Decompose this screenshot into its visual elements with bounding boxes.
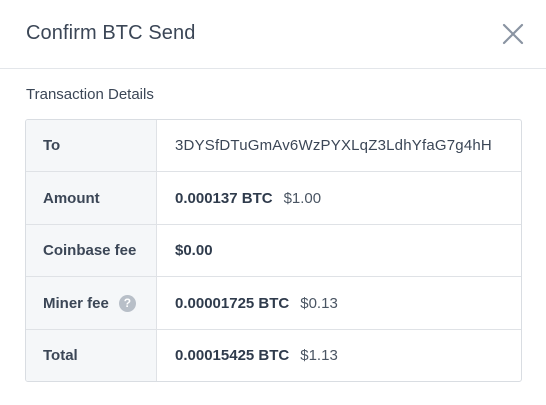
row-label: Amount bbox=[26, 172, 157, 224]
table-row-miner-fee: Miner fee ? 0.00001725 BTC $0.13 bbox=[26, 277, 521, 330]
row-value: 3DYSfDTuGmAv6WzPYXLqZ3LdhYfaG7g4hH bbox=[157, 120, 521, 171]
close-icon bbox=[502, 23, 524, 45]
row-value: 0.00001725 BTC $0.13 bbox=[157, 277, 521, 329]
row-value: 0.000137 BTC $1.00 bbox=[157, 172, 521, 224]
fee-amount: $0.00 bbox=[175, 242, 213, 259]
modal-header: Confirm BTC Send bbox=[0, 0, 546, 69]
close-button[interactable] bbox=[500, 21, 526, 47]
btc-amount: 0.00015425 BTC bbox=[175, 347, 290, 364]
row-label: To bbox=[26, 120, 157, 171]
usd-amount: $1.00 bbox=[283, 189, 322, 207]
table-row-amount: Amount 0.000137 BTC $1.00 bbox=[26, 172, 521, 225]
transaction-details-table: To 3DYSfDTuGmAv6WzPYXLqZ3LdhYfaG7g4hH Am… bbox=[25, 119, 522, 382]
row-value: $0.00 bbox=[157, 225, 521, 276]
table-row-coinbase-fee: Coinbase fee $0.00 bbox=[26, 225, 521, 277]
section-label: Transaction Details bbox=[26, 86, 154, 103]
table-row-to: To 3DYSfDTuGmAv6WzPYXLqZ3LdhYfaG7g4hH bbox=[26, 120, 521, 172]
usd-amount: $0.13 bbox=[300, 294, 338, 312]
btc-amount: 0.00001725 BTC bbox=[175, 294, 290, 312]
row-label: Coinbase fee bbox=[26, 225, 157, 276]
row-label: Miner fee ? bbox=[26, 277, 157, 329]
usd-amount: $1.13 bbox=[300, 347, 338, 364]
recipient-address: 3DYSfDTuGmAv6WzPYXLqZ3LdhYfaG7g4hH bbox=[175, 137, 492, 154]
modal-title: Confirm BTC Send bbox=[26, 22, 196, 44]
help-icon[interactable]: ? bbox=[118, 294, 136, 312]
row-label: Total bbox=[26, 330, 157, 381]
table-row-total: Total 0.00015425 BTC $1.13 bbox=[26, 330, 521, 381]
row-value: 0.00015425 BTC $1.13 bbox=[157, 330, 521, 381]
btc-amount: 0.000137 BTC bbox=[175, 189, 273, 207]
row-label-text: Miner fee bbox=[43, 294, 109, 312]
